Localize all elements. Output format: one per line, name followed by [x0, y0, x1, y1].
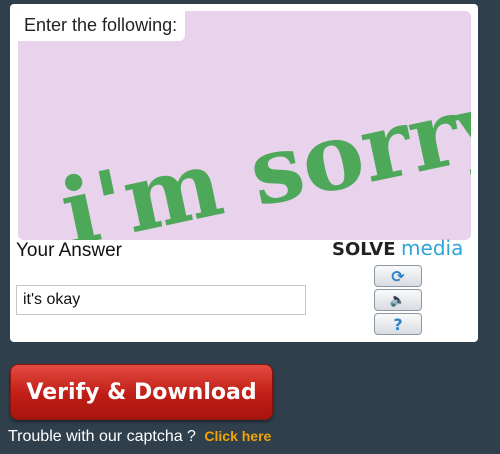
click-here-link[interactable]: Click here	[204, 428, 271, 444]
audio-button[interactable]: 🔈	[374, 289, 422, 311]
captcha-challenge-text: i'm sorry	[52, 66, 471, 240]
trouble-text: Trouble with our captcha ?	[8, 428, 196, 445]
help-button[interactable]: ?	[374, 313, 422, 335]
refresh-button[interactable]: ⟳	[374, 265, 422, 287]
brand-media: media	[401, 236, 464, 260]
captcha-trouble-line: Trouble with our captcha ? Click here	[8, 428, 271, 446]
solve-media-logo: SOLVE media	[332, 236, 463, 261]
answer-input[interactable]	[16, 285, 306, 315]
verify-download-button[interactable]: Verify & Download	[10, 364, 273, 420]
brand-solve: SOLVE	[332, 239, 396, 260]
help-icon: ?	[393, 314, 403, 334]
answer-label: Your Answer	[16, 240, 122, 261]
captcha-challenge-image: i'm sorry Enter the following:	[18, 11, 471, 240]
captcha-prompt: Enter the following:	[18, 11, 186, 41]
captcha-text-graphic: i'm sorry	[52, 66, 471, 240]
captcha-widget: i'm sorry Enter the following: Your Answ…	[10, 4, 478, 342]
refresh-icon: ⟳	[391, 266, 405, 286]
audio-icon: 🔈	[389, 292, 407, 308]
